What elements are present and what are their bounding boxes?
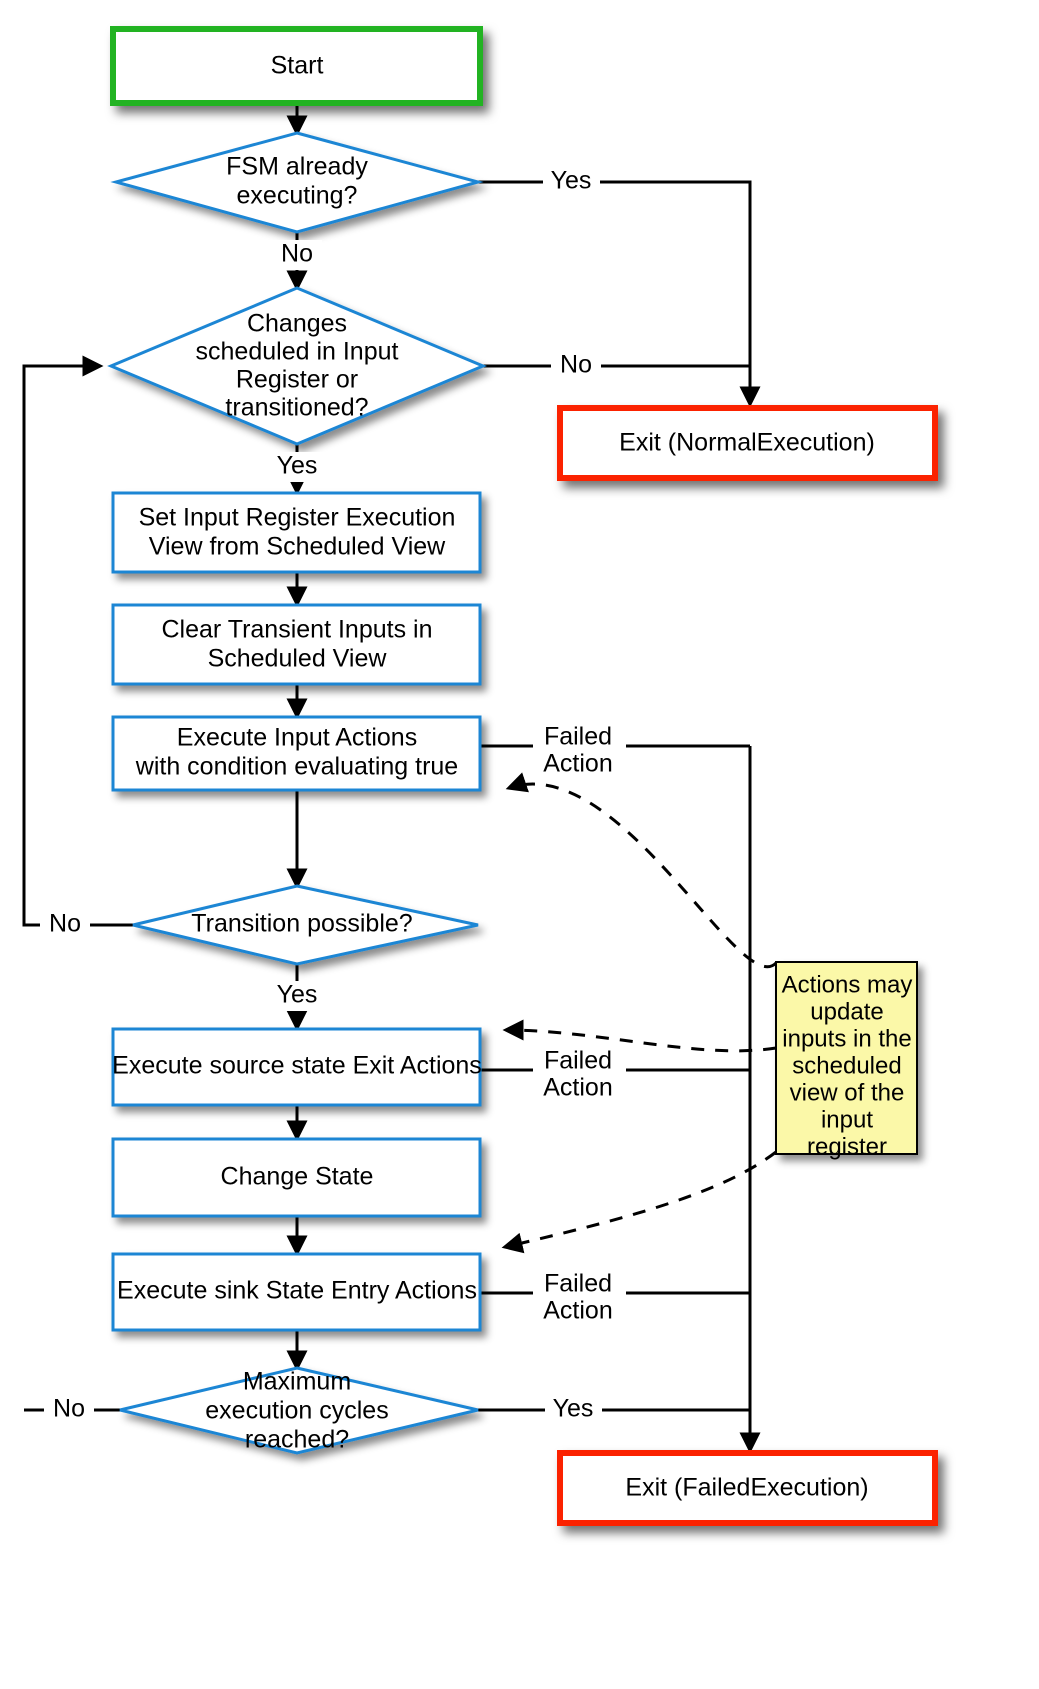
node-changes-label-line4: transitioned? <box>225 394 368 422</box>
node-changes-label-line3: Register or <box>236 366 358 394</box>
edge-label-failed-action-3: Failed Action <box>533 1269 626 1327</box>
note-line6: input <box>821 1106 873 1133</box>
edge-label-failed-action-1-line2: Action <box>543 750 612 778</box>
note-line1: Actions may <box>782 971 913 998</box>
edge-fsm-yes <box>478 180 761 408</box>
node-execute-entry-actions[interactable]: Execute sink State Entry Actions <box>111 1252 482 1332</box>
note-line5: view of the <box>790 1079 905 1106</box>
edge-label-transition-no: No <box>40 910 90 940</box>
node-changes-label-line2: scheduled in Input <box>196 338 399 366</box>
edge-label-transition-yes-text: Yes <box>277 981 318 1009</box>
node-start-label: Start <box>271 52 324 80</box>
edge-label-changes-yes: Yes <box>269 452 326 482</box>
node-clear-transient-line2: Scheduled View <box>208 645 388 673</box>
node-set-input-register-line1: Set Input Register Execution <box>139 504 456 532</box>
edge-label-failed-action-1: Failed Action <box>533 722 626 780</box>
note-line7: register <box>807 1133 887 1160</box>
node-clear-transient-line1: Clear Transient Inputs in <box>162 616 433 644</box>
edge-label-transition-no-text: No <box>49 910 81 938</box>
node-transition-possible-label: Transition possible? <box>191 910 412 938</box>
edge-label-changes-yes-text: Yes <box>277 452 318 480</box>
edge-label-failed-action-2-line2: Action <box>543 1074 612 1102</box>
node-exit-normal[interactable]: Exit (NormalExecution) <box>557 405 938 481</box>
node-execute-input-actions-line2: with condition evaluating true <box>135 753 458 781</box>
node-fsm-already-executing[interactable]: FSM already executing? <box>110 131 484 234</box>
flowchart-svg: Start FSM already executing? Changes sch… <box>22 26 938 1526</box>
node-change-state-label: Change State <box>221 1163 374 1191</box>
node-start[interactable]: Start <box>110 26 483 106</box>
edge-label-max-no-text: No <box>53 1395 85 1423</box>
edge-label-failed-action-3-line1: Failed <box>544 1270 612 1298</box>
edge-label-fsm-no-text: No <box>281 240 313 268</box>
edge-label-fsm-no: No <box>272 240 322 270</box>
note-line4: scheduled <box>792 1052 901 1079</box>
note-line2: update <box>810 998 883 1025</box>
node-max-cycles-reached[interactable]: Maximum execution cycles reached? <box>119 1366 479 1455</box>
node-execute-exit-actions-label: Execute source state Exit Actions <box>112 1052 482 1080</box>
node-set-input-register[interactable]: Set Input Register Execution View from S… <box>111 491 482 574</box>
node-set-input-register-line2: View from Scheduled View <box>149 533 446 561</box>
node-exit-failed[interactable]: Exit (FailedExecution) <box>557 1450 938 1526</box>
note-connector-top <box>505 772 778 968</box>
edge-label-fsm-yes-text: Yes <box>551 167 592 195</box>
edge-label-failed-action-2-line1: Failed <box>544 1047 612 1075</box>
node-fsm-label-line1: FSM already <box>226 153 368 181</box>
edge-label-max-yes-text: Yes <box>553 1395 594 1423</box>
edge-label-max-no: No <box>44 1395 94 1425</box>
node-max-cycles-line3: reached? <box>245 1426 349 1454</box>
edge-label-changes-no-text: No <box>560 351 592 379</box>
node-changes-scheduled[interactable]: Changes scheduled in Input Register or t… <box>107 286 487 446</box>
edge-label-failed-action-1-line1: Failed <box>544 723 612 751</box>
edge-label-transition-yes: Yes <box>269 981 326 1011</box>
edge-label-failed-action-3-line2: Action <box>543 1297 612 1325</box>
note-line3: inputs in the <box>782 1025 911 1052</box>
node-execute-input-actions[interactable]: Execute Input Actions with condition eva… <box>111 715 482 792</box>
node-clear-transient-inputs[interactable]: Clear Transient Inputs in Scheduled View <box>111 603 482 686</box>
edge-label-changes-no: No <box>551 351 601 381</box>
node-execute-input-actions-line1: Execute Input Actions <box>177 724 417 752</box>
edge-label-max-yes: Yes <box>545 1395 602 1425</box>
node-execute-entry-actions-label: Execute sink State Entry Actions <box>117 1277 477 1305</box>
node-transition-possible[interactable]: Transition possible? <box>132 884 479 966</box>
node-exit-normal-label: Exit (NormalExecution) <box>619 429 875 457</box>
node-change-state[interactable]: Change State <box>111 1137 482 1218</box>
edge-label-failed-action-2: Failed Action <box>533 1046 626 1104</box>
node-changes-label-line1: Changes <box>247 310 347 338</box>
edge-label-fsm-yes: Yes <box>543 167 600 197</box>
note-connector-bottom <box>501 1150 777 1254</box>
note-actions-update-inputs: Actions may update inputs in the schedul… <box>775 961 918 1160</box>
flowchart-canvas: Start FSM already executing? Changes sch… <box>0 0 1039 1689</box>
node-fsm-label-line2: executing? <box>237 182 358 210</box>
node-execute-exit-actions[interactable]: Execute source state Exit Actions <box>111 1027 482 1107</box>
node-exit-failed-label: Exit (FailedExecution) <box>625 1474 868 1502</box>
node-max-cycles-line1: Maximum <box>243 1368 351 1396</box>
node-max-cycles-line2: execution cycles <box>205 1397 388 1425</box>
